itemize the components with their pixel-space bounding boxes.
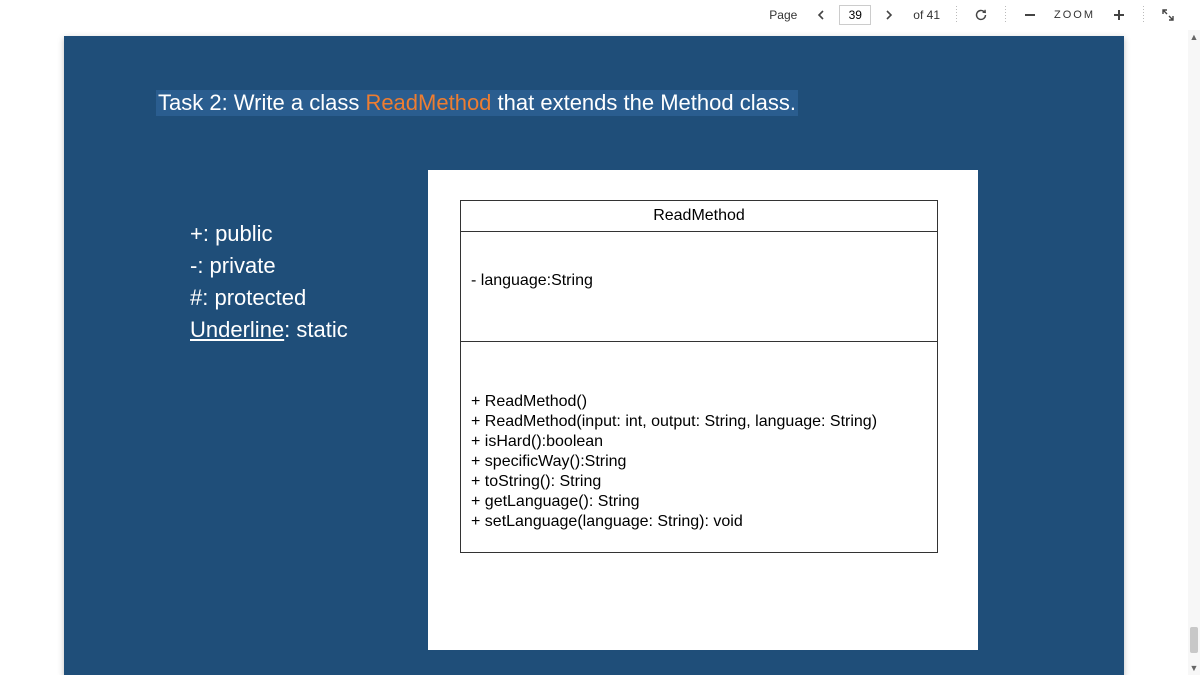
list-item: + setLanguage(language: String): void — [471, 512, 927, 532]
separator — [956, 6, 957, 24]
list-item: + isHard():boolean — [471, 432, 927, 452]
separator — [1005, 6, 1006, 24]
uml-attributes: - language:String — [461, 232, 937, 342]
legend-private: -: private — [190, 250, 348, 282]
viewer-toolbar: Page of 41 ZOOM — [0, 0, 1188, 30]
task-title: Task 2: Write a class ReadMethod that ex… — [156, 90, 798, 116]
uml-class-name: ReadMethod — [461, 201, 937, 232]
legend-static: Underline: static — [190, 314, 348, 346]
scroll-thumb[interactable] — [1190, 627, 1198, 653]
slide-viewer: Task 2: Write a class ReadMethod that ex… — [0, 30, 1188, 675]
fullscreen-button[interactable] — [1154, 3, 1182, 27]
task-title-classname: ReadMethod — [365, 90, 491, 115]
list-item: + getLanguage(): String — [471, 492, 927, 512]
list-item: + ReadMethod(input: int, output: String,… — [471, 412, 927, 432]
separator — [1143, 6, 1144, 24]
list-item: + toString(): String — [471, 472, 927, 492]
page-label: Page — [763, 8, 803, 22]
page-total-label: of 41 — [907, 8, 946, 22]
visibility-legend: +: public -: private #: protected Underl… — [190, 218, 348, 346]
zoom-label: ZOOM — [1048, 9, 1101, 21]
refresh-button[interactable] — [967, 3, 995, 27]
legend-static-suffix: : static — [284, 317, 348, 342]
page-number-input[interactable] — [839, 5, 871, 25]
list-item: + ReadMethod() — [471, 392, 927, 412]
uml-class-box: ReadMethod - language:String + ReadMetho… — [460, 200, 938, 553]
scroll-up-button[interactable]: ▲ — [1188, 30, 1200, 44]
uml-card: ReadMethod - language:String + ReadMetho… — [428, 170, 978, 650]
uml-operations: + ReadMethod()+ ReadMethod(input: int, o… — [461, 342, 937, 552]
list-item: - language:String — [471, 272, 927, 290]
legend-protected: #: protected — [190, 282, 348, 314]
task-title-suffix: that extends the Method class. — [491, 90, 796, 115]
legend-public: +: public — [190, 218, 348, 250]
task-title-prefix: Task 2: Write a class — [158, 90, 365, 115]
zoom-out-button[interactable] — [1016, 3, 1044, 27]
prev-page-button[interactable] — [807, 3, 835, 27]
vertical-scrollbar[interactable]: ▲ ▼ — [1188, 30, 1200, 675]
scroll-down-button[interactable]: ▼ — [1188, 661, 1200, 675]
slide: Task 2: Write a class ReadMethod that ex… — [64, 36, 1124, 675]
list-item: + specificWay():String — [471, 452, 927, 472]
legend-static-underline: Underline — [190, 317, 284, 342]
next-page-button[interactable] — [875, 3, 903, 27]
zoom-in-button[interactable] — [1105, 3, 1133, 27]
